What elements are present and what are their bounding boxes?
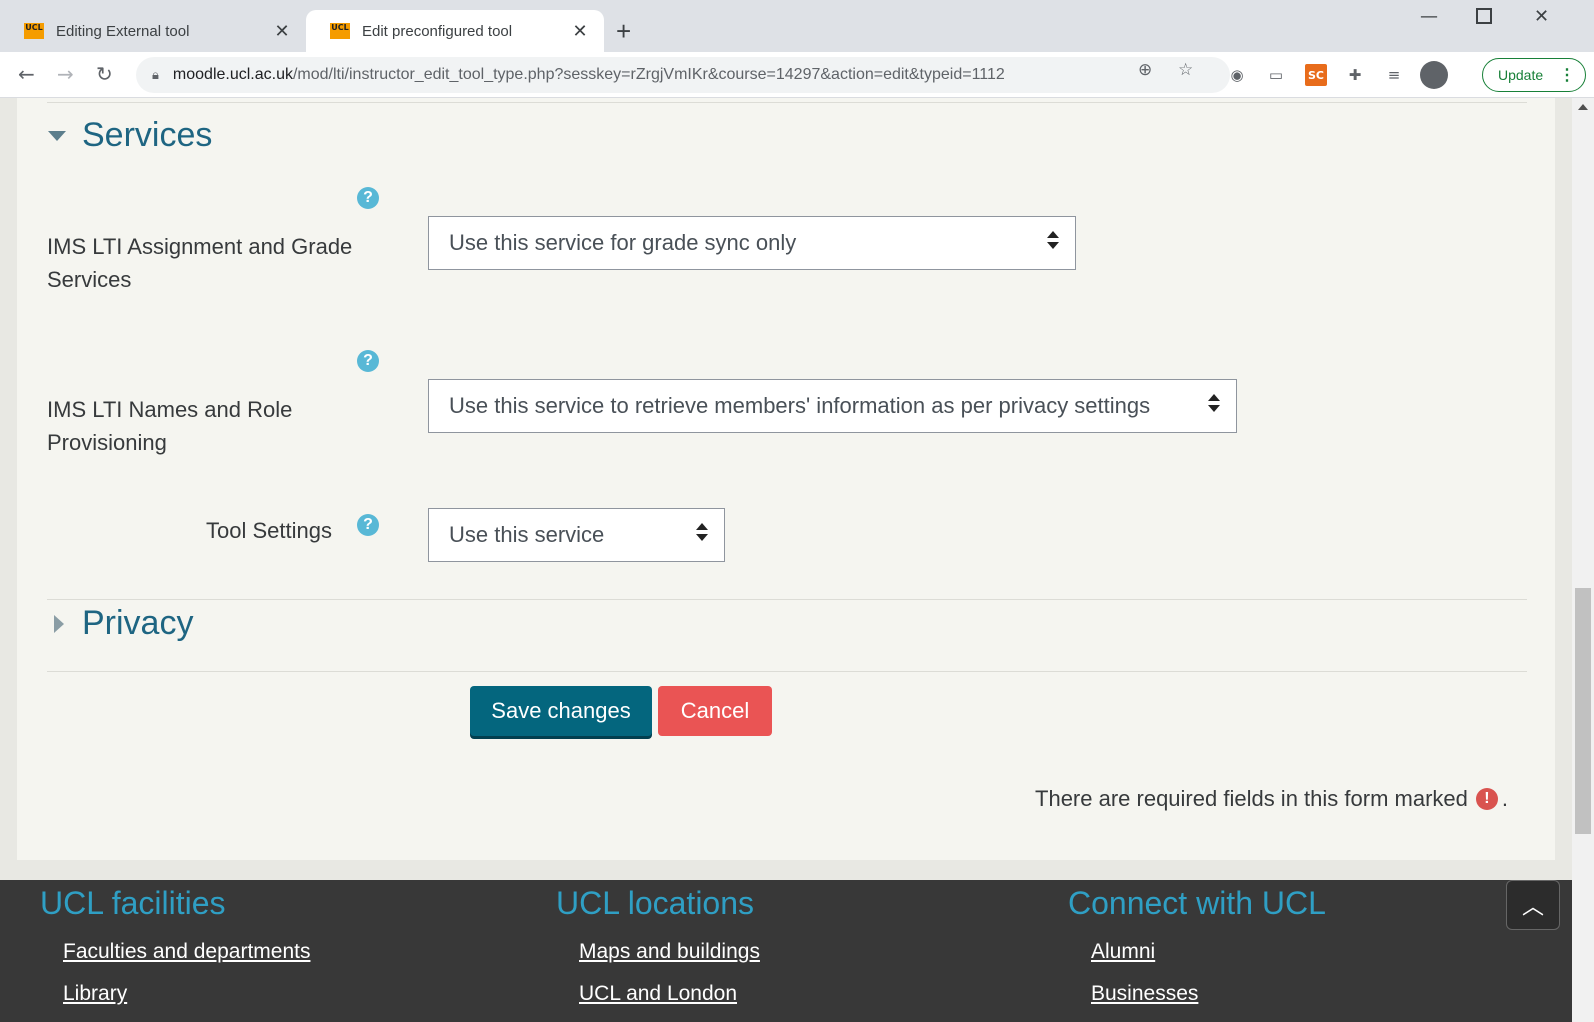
- tool-settings-label: Tool Settings: [206, 518, 332, 543]
- site-footer: UCL facilities Faculties and departments…: [0, 880, 1572, 1022]
- help-icon[interactable]: ?: [357, 187, 379, 209]
- media-queue-icon[interactable]: ≡: [1383, 64, 1405, 86]
- tab-editing-external-tool[interactable]: UCL Editing External tool ✕: [0, 10, 306, 52]
- services-section-title[interactable]: Services: [82, 116, 212, 155]
- profile-avatar-icon[interactable]: [1420, 61, 1448, 89]
- menu-dots-icon: ⋮: [1559, 67, 1575, 84]
- tool-settings-select[interactable]: Use this service: [428, 508, 725, 562]
- ucl-favicon-icon: UCL: [330, 23, 350, 39]
- divider: [47, 599, 1527, 600]
- footer-heading: UCL locations: [556, 885, 755, 921]
- tab-strip: UCL Editing External tool ✕ UCL Edit pre…: [0, 0, 1594, 52]
- forward-icon[interactable]: →: [57, 62, 74, 86]
- tab-title: Editing External tool: [56, 22, 190, 40]
- select-arrows-icon: [696, 523, 708, 541]
- scroll-thumb[interactable]: [1575, 588, 1591, 834]
- cancel-button[interactable]: Cancel: [658, 686, 772, 736]
- expand-caret-icon[interactable]: [54, 615, 64, 633]
- chevron-up-icon: ︿: [1521, 894, 1544, 919]
- footer-column-locations: UCL locations Maps and buildings UCL and…: [556, 880, 760, 1010]
- help-icon[interactable]: ?: [357, 350, 379, 372]
- back-icon[interactable]: ←: [18, 62, 35, 86]
- required-exclamation-icon: !: [1475, 788, 1498, 810]
- required-fields-note: There are required fields in this form m…: [1035, 786, 1508, 811]
- divider: [47, 102, 1527, 103]
- ags-select[interactable]: Use this service for grade sync only: [428, 216, 1076, 270]
- footer-column-connect: Connect with UCL Alumni Businesses: [1068, 880, 1326, 1010]
- footer-heading: UCL facilities: [40, 885, 226, 921]
- window-close-icon[interactable]: ✕: [1534, 6, 1549, 27]
- maximize-icon[interactable]: [1476, 8, 1492, 24]
- tab-title: Edit preconfigured tool: [362, 22, 513, 40]
- nrps-select[interactable]: Use this service to retrieve members' in…: [428, 379, 1237, 433]
- save-changes-button[interactable]: Save changes: [470, 686, 652, 736]
- close-tab-icon[interactable]: ✕: [272, 21, 292, 42]
- tab-edit-preconfigured-tool[interactable]: UCL Edit preconfigured tool ✕: [306, 10, 604, 52]
- minimize-icon[interactable]: —: [1420, 6, 1438, 27]
- sc-extension-icon[interactable]: SC: [1305, 64, 1327, 86]
- url-text: moodle.ucl.ac.uk/mod/lti/instructor_edit…: [172, 66, 1005, 83]
- scroll-up-icon[interactable]: [1578, 104, 1588, 110]
- zoom-icon[interactable]: ⊕: [1138, 60, 1152, 80]
- puzzle-extensions-icon[interactable]: ✚: [1344, 64, 1366, 86]
- page-scrollbar[interactable]: [1572, 98, 1594, 1022]
- cast-icon[interactable]: ▭: [1265, 64, 1287, 86]
- footer-link[interactable]: Faculties and departments: [63, 936, 310, 968]
- ags-label: IMS LTI Assignment and Grade Services: [47, 234, 353, 292]
- address-bar[interactable]: 🔒︎ moodle.ucl.ac.uk/mod/lti/instructor_e…: [136, 57, 1230, 93]
- close-tab-icon[interactable]: ✕: [570, 21, 590, 42]
- update-button[interactable]: Update ⋮: [1482, 58, 1586, 92]
- help-icon[interactable]: ?: [357, 514, 379, 536]
- footer-column-facilities: UCL facilities Faculties and departments…: [40, 880, 310, 1010]
- nrps-label: IMS LTI Names and Role Provisioning: [47, 397, 293, 455]
- new-tab-icon[interactable]: +: [616, 18, 631, 44]
- footer-link[interactable]: UCL and London: [579, 978, 760, 1010]
- divider: [47, 671, 1527, 672]
- footer-link[interactable]: Businesses: [1091, 978, 1326, 1010]
- select-arrows-icon: [1047, 231, 1059, 249]
- extension-globe-icon[interactable]: ◉: [1226, 64, 1248, 86]
- ucl-favicon-icon: UCL: [24, 23, 44, 39]
- footer-link[interactable]: Library: [63, 978, 310, 1010]
- privacy-section-title[interactable]: Privacy: [82, 604, 193, 643]
- form-panel: [17, 98, 1555, 860]
- footer-link[interactable]: Maps and buildings: [579, 936, 760, 968]
- lock-icon: 🔒︎: [152, 67, 159, 82]
- back-to-top-button[interactable]: ︿: [1506, 880, 1560, 930]
- page-content: Services ? IMS LTI Assignment and Grade …: [0, 98, 1572, 1022]
- footer-link[interactable]: Alumni: [1091, 936, 1326, 968]
- footer-heading: Connect with UCL: [1068, 885, 1326, 921]
- bookmark-star-icon[interactable]: ☆: [1178, 60, 1193, 80]
- reload-icon[interactable]: ↻: [96, 62, 113, 86]
- select-arrows-icon: [1208, 394, 1220, 412]
- collapse-caret-icon[interactable]: [48, 131, 66, 141]
